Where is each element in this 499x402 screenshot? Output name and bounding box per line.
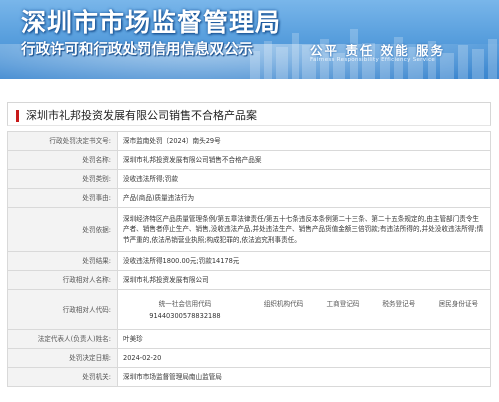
authority-value: 深圳市市场监督管理局南山监管局: [117, 367, 491, 387]
basis-label: 处罚依据:: [7, 207, 118, 252]
party-label: 行政相对人名称:: [7, 270, 118, 290]
party-code-label: 行政相对人代码:: [7, 289, 118, 330]
row-category: 处罚类别: 没收违法所得;罚款: [7, 169, 491, 189]
party-code-grid-cell: 统一社会信用代码 组织机构代码 工商登记码 税务登记号 居民身份证号 91440…: [117, 289, 491, 330]
decision-no-label: 行政处罚决定书文号:: [7, 131, 118, 151]
tax-reg-header: 税务登记号: [382, 299, 416, 308]
row-party-code: 行政相对人代码: 统一社会信用代码 组织机构代码 工商登记码 税务登记号 居民身…: [7, 289, 491, 330]
uscc-value: 91440300578832188: [149, 311, 221, 320]
case-title-bar: 深圳市礼邦投资发展有限公司销售不合格产品案: [7, 102, 491, 126]
banner-slogan-english: Fairness Responsibility Efficiency Servi…: [310, 57, 436, 63]
decision-no-value: 深市监南处罚〔2024〕南头29号: [117, 131, 491, 151]
penalty-detail-table: 行政处罚决定书文号: 深市监南处罚〔2024〕南头29号 处罚名称: 深圳市礼邦…: [7, 131, 491, 387]
id-card-value: [427, 310, 490, 322]
case-name-label: 处罚名称:: [7, 150, 118, 170]
legal-rep-value: 叶美珍: [117, 329, 491, 349]
legal-rep-label: 法定代表人(负责人)姓名:: [7, 329, 118, 349]
org-code-value: [252, 310, 315, 322]
row-authority: 处罚机关: 深圳市市场监督管理局南山监管局: [7, 367, 491, 387]
result-value: 没收违法所得1800.00元;罚款14178元: [117, 251, 491, 271]
org-code-header: 组织机构代码: [263, 299, 304, 308]
category-value: 没收违法所得;罚款: [117, 169, 491, 189]
category-label: 处罚类别:: [7, 169, 118, 189]
reason-label: 处罚事由:: [7, 188, 118, 208]
tax-reg-value: [371, 310, 427, 322]
party-code-value-row: 91440300578832188: [118, 310, 490, 322]
row-legal-rep: 法定代表人(负责人)姓名: 叶美珍: [7, 329, 491, 349]
row-party: 行政相对人名称: 深圳市礼邦投资发展有限公司: [7, 270, 491, 290]
party-code-grid: 统一社会信用代码 组织机构代码 工商登记码 税务登记号 居民身份证号 91440…: [118, 298, 490, 322]
case-name-value: 深圳市礼邦投资发展有限公司销售不合格产品案: [117, 150, 491, 170]
agency-title: 深圳市市场监督管理局: [21, 8, 282, 37]
party-code-header-row: 统一社会信用代码 组织机构代码 工商登记码 税务登记号 居民身份证号: [118, 298, 490, 310]
result-label: 处罚结果:: [7, 251, 118, 271]
id-card-header: 居民身份证号: [438, 299, 479, 308]
row-reason: 处罚事由: 产品(商品)质量违法行为: [7, 188, 491, 208]
row-basis: 处罚依据: 深圳经济特区产品质量管理条例/第五章法律责任/第五十七条违反本条例第…: [7, 207, 491, 252]
business-reg-header: 工商登记码: [326, 299, 360, 308]
row-decision-no: 行政处罚决定书文号: 深市监南处罚〔2024〕南头29号: [7, 131, 491, 151]
uscc-header: 统一社会信用代码: [158, 299, 212, 308]
decision-date-label: 处罚决定日期:: [7, 348, 118, 368]
decision-date-value: 2024-02-20: [117, 348, 491, 368]
row-decision-date: 处罚决定日期: 2024-02-20: [7, 348, 491, 368]
page-title: 深圳市礼邦投资发展有限公司销售不合格产品案: [26, 109, 257, 122]
row-result: 处罚结果: 没收违法所得1800.00元;罚款14178元: [7, 251, 491, 271]
banner-subtitle: 行政许可和行政处罚信用信息双公示: [21, 42, 253, 58]
party-value: 深圳市礼邦投资发展有限公司: [117, 270, 491, 290]
row-case-name: 处罚名称: 深圳市礼邦投资发展有限公司销售不合格产品案: [7, 150, 491, 170]
authority-label: 处罚机关:: [7, 367, 118, 387]
title-accent-bar: [16, 110, 19, 122]
reason-value: 产品(商品)质量违法行为: [117, 188, 491, 208]
header-banner: 深圳市市场监督管理局 行政许可和行政处罚信用信息双公示 公平 责任 效能 服务 …: [0, 0, 499, 79]
basis-value: 深圳经济特区产品质量管理条例/第五章法律责任/第五十七条违反本条例第二十三条、第…: [117, 207, 491, 252]
business-reg-value: [315, 310, 371, 322]
